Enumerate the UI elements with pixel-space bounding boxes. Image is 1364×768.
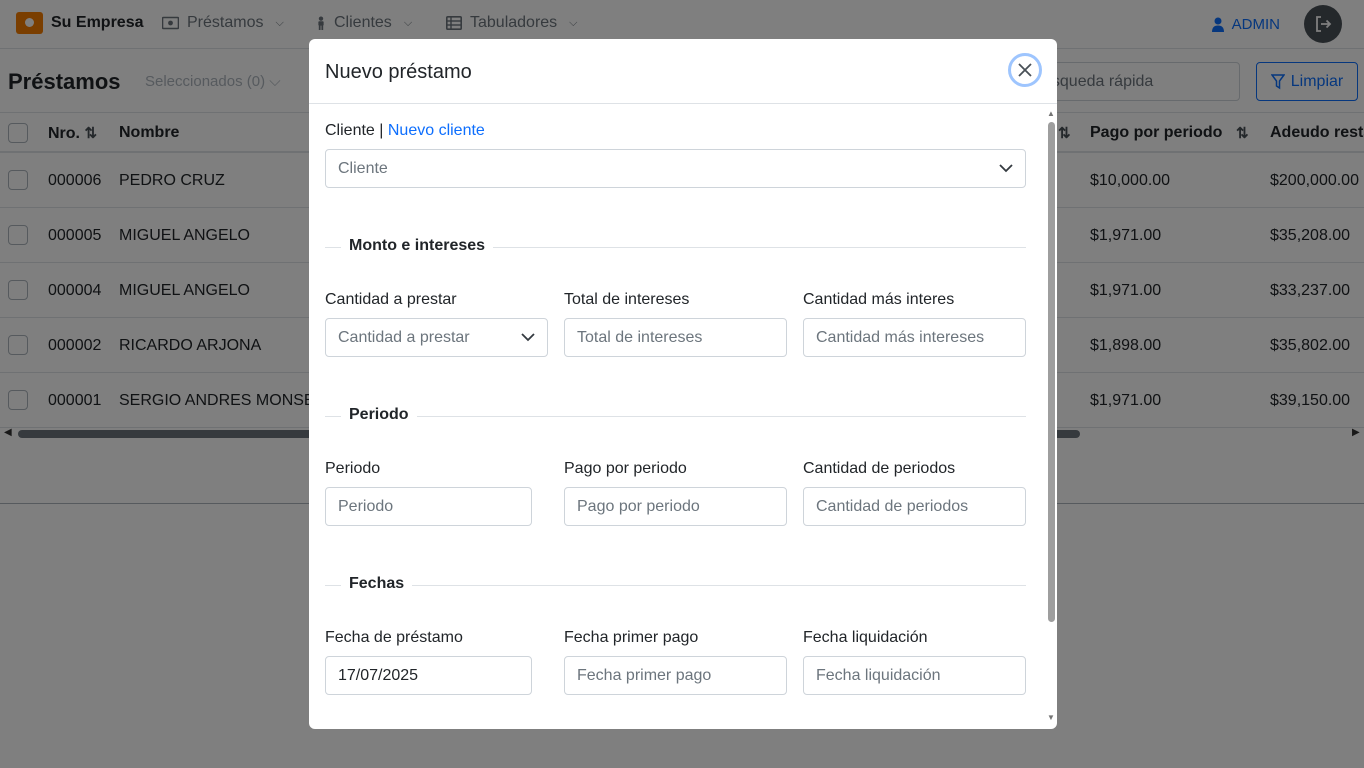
chevron-down-icon — [521, 333, 535, 342]
cliente-label-row: Cliente | Nuevo cliente — [325, 122, 485, 140]
section-divider — [325, 416, 1026, 417]
fecha-liq-input[interactable]: Fecha liquidación — [803, 656, 1026, 695]
scroll-down-icon[interactable]: ▼ — [1047, 713, 1055, 722]
section-monto: Monto e intereses — [325, 237, 1026, 257]
intereses-label: Total de intereses — [564, 291, 690, 308]
fecha-prestamo-input[interactable]: 17/07/2025 — [325, 656, 532, 695]
section-periodo-title: Periodo — [341, 406, 417, 424]
modal-header: Nuevo préstamo — [309, 39, 1057, 104]
cantidad-label: Cantidad a prestar — [325, 291, 457, 308]
section-divider — [325, 585, 1026, 586]
fecha-liq-label: Fecha liquidación — [803, 629, 928, 646]
fecha-primer-label: Fecha primer pago — [564, 629, 699, 646]
label-separator: | — [379, 122, 384, 139]
modal-scrollbar[interactable]: ▲ ▼ — [1045, 105, 1057, 729]
pago-label: Pago por periodo — [564, 460, 687, 477]
fecha-prestamo-label: Fecha de préstamo — [325, 629, 463, 646]
periodo-label: Periodo — [325, 460, 381, 477]
section-monto-title: Monto e intereses — [341, 237, 494, 255]
cliente-label: Cliente — [325, 122, 375, 139]
modal-title: Nuevo préstamo — [325, 61, 472, 83]
scrollbar-thumb[interactable] — [1048, 122, 1055, 622]
section-periodo: Periodo — [325, 406, 1026, 426]
cant-periodos-input[interactable]: Cantidad de periodos — [803, 487, 1026, 526]
cliente-placeholder: Cliente — [338, 159, 388, 177]
cantidad-select[interactable]: Cantidad a prestar — [325, 318, 548, 357]
mas-interes-input[interactable]: Cantidad más intereses — [803, 318, 1026, 357]
new-loan-modal: Nuevo préstamo Cliente | Nuevo cliente C… — [309, 39, 1057, 729]
pago-input[interactable]: Pago por periodo — [564, 487, 787, 526]
section-fechas: Fechas — [325, 575, 1026, 595]
cliente-select[interactable]: Cliente — [325, 149, 1026, 188]
new-client-link[interactable]: Nuevo cliente — [388, 122, 485, 139]
cantidad-placeholder: Cantidad a prestar — [338, 328, 470, 346]
scroll-up-icon[interactable]: ▲ — [1047, 109, 1055, 118]
section-fechas-title: Fechas — [341, 575, 413, 593]
periodo-input[interactable]: Periodo — [325, 487, 532, 526]
close-icon — [1018, 63, 1032, 77]
cant-periodos-label: Cantidad de periodos — [803, 460, 956, 477]
chevron-down-icon — [999, 164, 1013, 173]
close-button[interactable] — [1008, 53, 1042, 87]
modal-body: Cliente | Nuevo cliente Cliente Monto e … — [309, 105, 1045, 729]
fecha-primer-input[interactable]: Fecha primer pago — [564, 656, 787, 695]
mas-interes-label: Cantidad más interes — [803, 291, 955, 308]
intereses-input[interactable]: Total de intereses — [564, 318, 787, 357]
